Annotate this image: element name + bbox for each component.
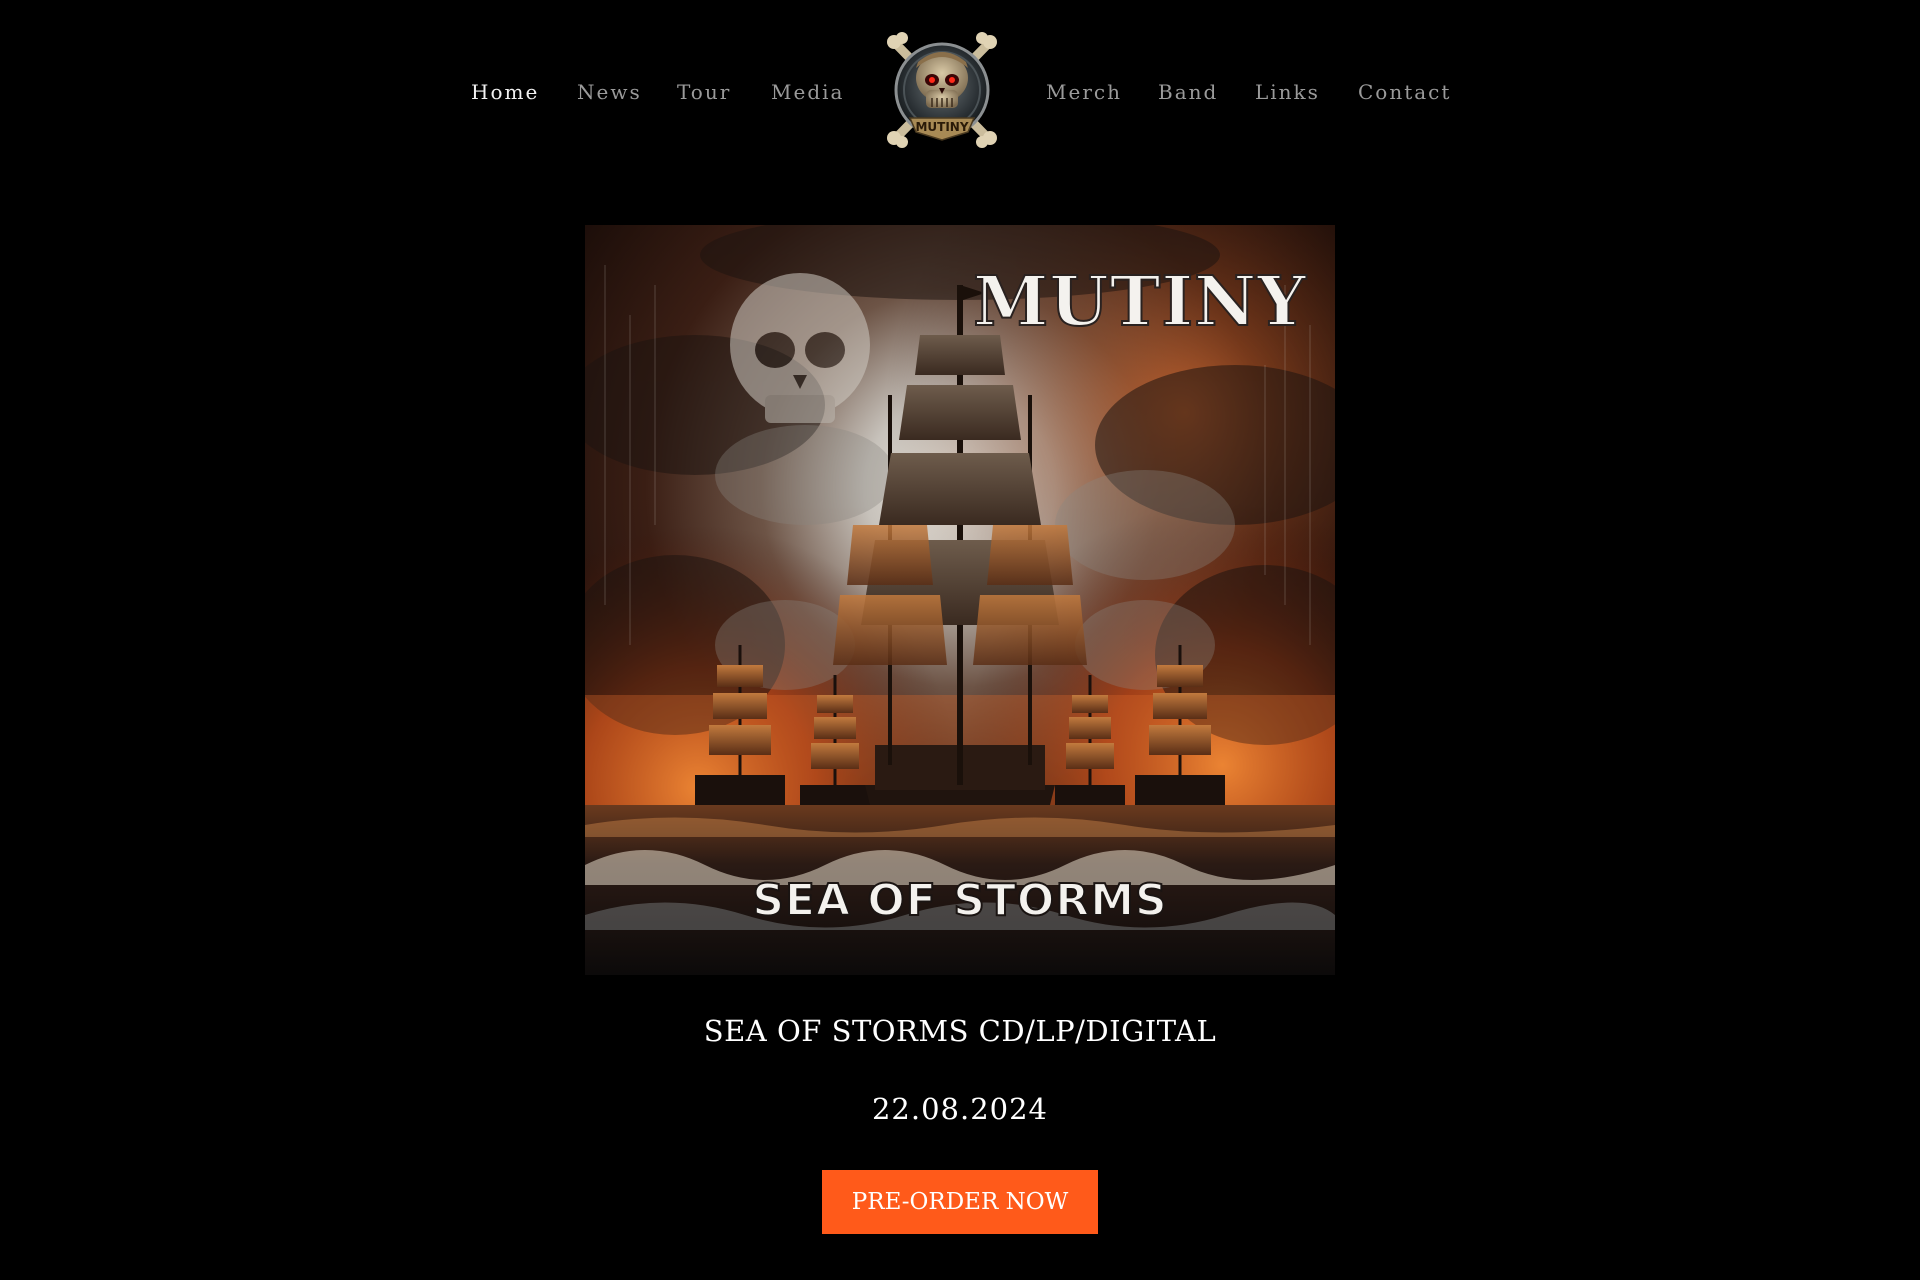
- svg-text:MUTINY: MUTINY: [915, 120, 968, 134]
- cover-band-name: MUTINY: [973, 262, 1307, 342]
- album-cover-image: MUTINY SEA OF STORMS: [585, 225, 1335, 975]
- nav-item-contact[interactable]: Contact: [1358, 80, 1451, 104]
- release-title: SEA OF STORMS CD/LP/DIGITAL: [703, 1014, 1217, 1048]
- nav-item-media[interactable]: Media: [771, 80, 844, 104]
- skull-crossbones-logo-icon: MUTINY: [887, 32, 997, 148]
- cover-album-title: SEA OF STORMS: [752, 875, 1167, 926]
- nav-item-home[interactable]: Home: [471, 80, 539, 104]
- album-artwork: MUTINY SEA OF STORMS: [585, 225, 1335, 975]
- nav-item-tour[interactable]: Tour: [677, 80, 731, 104]
- release-date: 22.08.2024: [871, 1092, 1049, 1126]
- main-navigation: Home News Tour Media MUTINY Merch Band L…: [0, 0, 1920, 180]
- nav-item-band[interactable]: Band: [1158, 80, 1218, 104]
- nav-item-news[interactable]: News: [577, 80, 642, 104]
- nav-item-merch[interactable]: Merch: [1046, 80, 1122, 104]
- pre-order-button[interactable]: PRE-ORDER NOW: [822, 1170, 1098, 1234]
- nav-item-links[interactable]: Links: [1255, 80, 1320, 104]
- page: Home News Tour Media MUTINY Merch Band L…: [0, 0, 1920, 1280]
- band-logo[interactable]: MUTINY: [880, 28, 1004, 156]
